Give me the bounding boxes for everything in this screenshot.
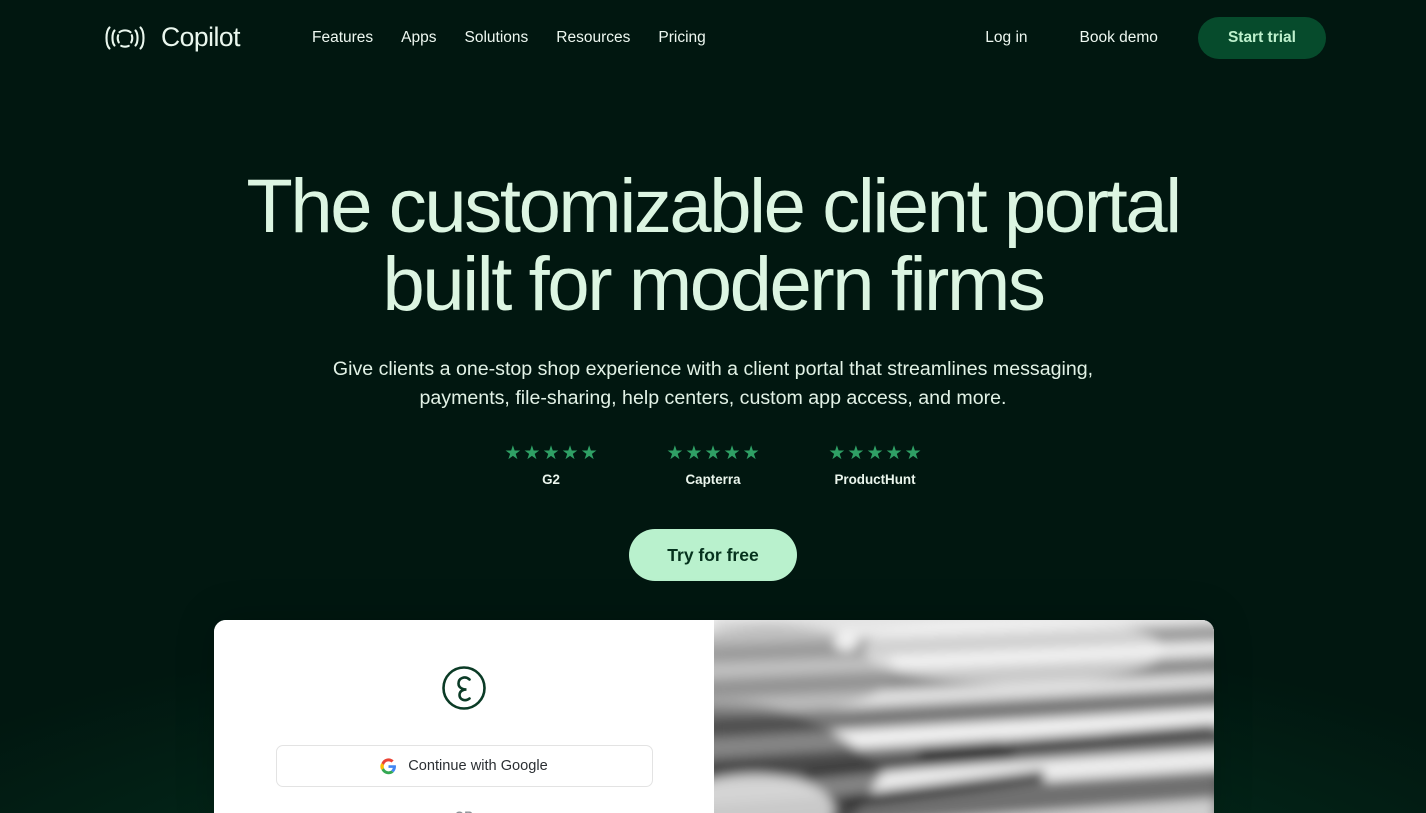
star-rating: ★ ★ ★ ★ ★ <box>470 444 632 463</box>
star-icon: ★ <box>523 443 541 464</box>
star-icon: ★ <box>866 443 884 464</box>
nav-link-features[interactable]: Features <box>298 29 387 47</box>
login-link[interactable]: Log in <box>959 29 1053 47</box>
star-icon: ★ <box>685 443 703 464</box>
star-icon: ★ <box>542 443 560 464</box>
star-icon: ★ <box>561 443 579 464</box>
rating-producthunt: ★ ★ ★ ★ ★ ProductHunt <box>794 444 956 487</box>
ratings-row: ★ ★ ★ ★ ★ G2 ★ ★ ★ ★ ★ Capterra ★ ★ ★ ★ … <box>0 444 1426 487</box>
google-g-icon <box>380 757 397 775</box>
rating-capterra: ★ ★ ★ ★ ★ Capterra <box>632 444 794 487</box>
nav-links: Features Apps Solutions Resources Pricin… <box>298 29 720 47</box>
copilot-circle-logo-icon <box>440 620 488 712</box>
blurred-architecture-photo-icon <box>714 620 1214 813</box>
headline-line-1: The customizable client portal <box>246 164 1182 249</box>
rating-label: G2 <box>542 472 560 487</box>
book-demo-link[interactable]: Book demo <box>1054 29 1184 47</box>
copilot-brackets-logo-icon <box>100 23 150 53</box>
nav-link-solutions[interactable]: Solutions <box>451 29 543 47</box>
star-icon: ★ <box>742 443 760 464</box>
rating-label: Capterra <box>685 472 741 487</box>
rating-label: ProductHunt <box>834 472 916 487</box>
brand-name: Copilot <box>161 22 241 52</box>
nav-link-resources[interactable]: Resources <box>542 29 644 47</box>
star-icon: ★ <box>666 443 684 464</box>
star-icon: ★ <box>885 443 903 464</box>
star-icon: ★ <box>704 443 722 464</box>
star-icon: ★ <box>828 443 846 464</box>
page-title: The customizable client portal built for… <box>0 168 1426 324</box>
login-pane: Continue with Google OR <box>214 620 714 813</box>
nav-link-apps[interactable]: Apps <box>387 29 450 47</box>
nav-actions: Log in Book demo Start trial <box>959 16 1326 59</box>
brand-logo[interactable]: Copilot <box>100 22 241 53</box>
rating-g2: ★ ★ ★ ★ ★ G2 <box>470 444 632 487</box>
star-icon: ★ <box>904 443 922 464</box>
try-for-free-button[interactable]: Try for free <box>629 529 797 581</box>
continue-with-google-button[interactable]: Continue with Google <box>275 745 653 787</box>
star-icon: ★ <box>504 443 522 464</box>
start-trial-button[interactable]: Start trial <box>1197 16 1326 59</box>
star-rating: ★ ★ ★ ★ ★ <box>632 444 794 463</box>
star-rating: ★ ★ ★ ★ ★ <box>794 444 956 463</box>
star-icon: ★ <box>580 443 598 464</box>
product-preview-card: Continue with Google OR <box>214 620 1214 813</box>
star-icon: ★ <box>847 443 865 464</box>
hero-section: The customizable client portal built for… <box>0 0 1426 581</box>
nav-link-pricing[interactable]: Pricing <box>644 29 719 47</box>
star-icon: ★ <box>723 443 741 464</box>
top-navigation-bar: Copilot Features Apps Solutions Resource… <box>0 0 1426 75</box>
google-button-label: Continue with Google <box>408 758 548 774</box>
preview-photo <box>714 620 1214 813</box>
headline-line-2: built for modern firms <box>382 242 1046 327</box>
hero-subheading: Give clients a one-stop shop experience … <box>332 358 1094 409</box>
